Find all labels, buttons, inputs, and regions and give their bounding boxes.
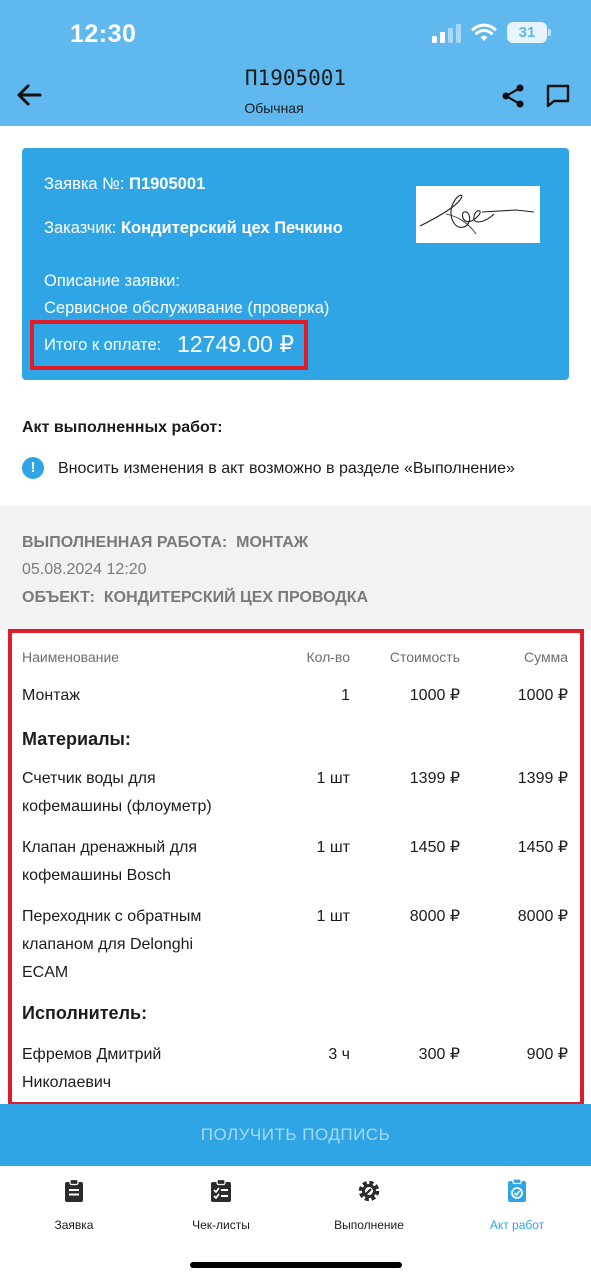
row-cost: 8000 ₽ bbox=[409, 908, 460, 925]
work-info: ВЫПОЛНЕННАЯ РАБОТА: МОНТАЖ 05.08.2024 12… bbox=[0, 506, 591, 630]
work-datetime: 05.08.2024 12:20 bbox=[22, 561, 147, 578]
header-sum: Сумма bbox=[524, 649, 568, 665]
row-cost: 1450 ₽ bbox=[409, 839, 460, 856]
act-title: Акт выполненных работ: bbox=[22, 419, 223, 436]
tab-checklists[interactable]: Чек-листы bbox=[161, 1178, 281, 1232]
row-sum: 900 ₽ bbox=[526, 1046, 568, 1063]
row-sum: 8000 ₽ bbox=[517, 908, 568, 925]
row-name: Ефремов Дмитрий Николаевич bbox=[22, 1046, 162, 1091]
order-card: Заявка №: П1905001 Заказчик: Кондитерски… bbox=[22, 148, 569, 380]
tab-label: Акт работ bbox=[489, 1218, 545, 1232]
checklist-icon bbox=[211, 1178, 231, 1202]
row-qty: 1 шт bbox=[316, 908, 350, 925]
row-sum: 1450 ₽ bbox=[517, 839, 568, 856]
executor-title: Исполнитель: bbox=[22, 1003, 148, 1023]
tab-order[interactable]: Заявка bbox=[14, 1178, 134, 1232]
share-icon[interactable] bbox=[500, 83, 526, 109]
info-text: Вносить изменения в акт возможно в разде… bbox=[58, 460, 515, 477]
clipboard-icon bbox=[65, 1178, 83, 1202]
work-type: ВЫПОЛНЕННАЯ РАБОТА: МОНТАЖ bbox=[22, 534, 309, 551]
header-qty: Кол-во bbox=[306, 649, 350, 665]
materials-title: Материалы: bbox=[22, 729, 131, 749]
row-cost: 1399 ₽ bbox=[409, 770, 460, 787]
wifi-icon bbox=[471, 23, 497, 41]
total-to-pay: Итого к оплате: 12749.00 ₽ bbox=[30, 320, 308, 370]
row-name: Клапан дренажный для кофемашины Bosch bbox=[22, 839, 198, 884]
row-qty: 3 ч bbox=[328, 1046, 350, 1063]
tab-act[interactable]: Акт работ bbox=[457, 1178, 577, 1232]
get-signature-button[interactable]: ПОЛУЧИТЬ ПОДПИСЬ bbox=[0, 1104, 591, 1166]
header: 12:30 31 П1905001 Обычная bbox=[0, 0, 591, 126]
row-qty: 1 bbox=[341, 687, 350, 704]
chat-icon[interactable] bbox=[544, 82, 572, 110]
order-number: Заявка №: П1905001 bbox=[44, 175, 206, 193]
description-label: Описание заявки: bbox=[44, 272, 180, 290]
gear-wrench-icon bbox=[358, 1180, 380, 1202]
row-name: Монтаж bbox=[22, 687, 80, 704]
act-icon bbox=[508, 1178, 526, 1202]
status-icons: 31 bbox=[432, 22, 551, 43]
status-time: 12:30 bbox=[70, 20, 137, 48]
tab-label: Выполнение bbox=[334, 1218, 404, 1232]
cellular-signal-icon bbox=[432, 23, 461, 43]
tab-execution[interactable]: Выполнение bbox=[309, 1178, 429, 1232]
tab-label: Заявка bbox=[54, 1218, 94, 1232]
order-customer: Заказчик: Кондитерский цех Печкино bbox=[44, 219, 343, 237]
row-qty: 1 шт bbox=[316, 770, 350, 787]
header-name: Наименование bbox=[22, 649, 120, 665]
row-name: Счетчик воды для кофемашины (флоуметр) bbox=[22, 770, 212, 815]
work-object: ОБЪЕКТ: КОНДИТЕРСКИЙ ЦЕХ ПРОВОДКА bbox=[22, 589, 369, 606]
act-table: Наименование Кол-во Стоимость Сумма Монт… bbox=[8, 629, 584, 1106]
row-sum: 1399 ₽ bbox=[517, 770, 568, 787]
row-qty: 1 шт bbox=[316, 839, 350, 856]
description-text: Сервисное обслуживание (проверка) bbox=[44, 299, 330, 317]
header-cost: Стоимость bbox=[389, 649, 460, 665]
page-subtitle: Обычная bbox=[244, 100, 304, 116]
row-name: Переходник с обратным клапаном для Delong… bbox=[22, 908, 202, 981]
row-cost: 300 ₽ bbox=[418, 1046, 460, 1063]
row-cost: 1000 ₽ bbox=[409, 687, 460, 704]
info-icon: ! bbox=[22, 457, 44, 479]
tab-label: Чек-листы bbox=[192, 1218, 250, 1232]
total-label: Итого к оплате: bbox=[44, 336, 162, 354]
signature-image bbox=[416, 186, 540, 243]
row-sum: 1000 ₽ bbox=[517, 687, 568, 704]
home-indicator bbox=[190, 1262, 402, 1268]
battery-icon: 31 bbox=[507, 22, 551, 43]
total-value: 12749.00 ₽ bbox=[177, 331, 294, 357]
